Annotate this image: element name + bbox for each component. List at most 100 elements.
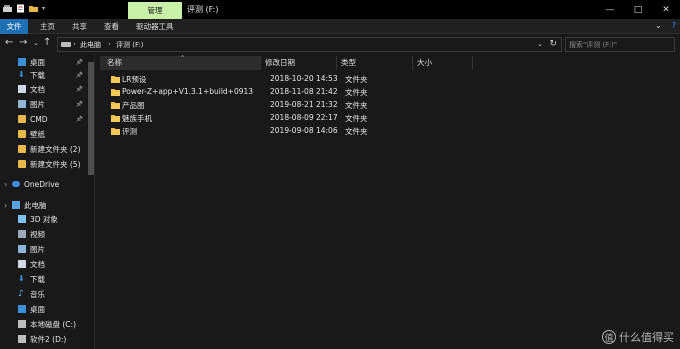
tab-home[interactable]: 主页 (40, 19, 55, 34)
file-name: Power-Z+app+V1.3.1+build+0913 (122, 87, 254, 96)
tab-share[interactable]: 共享 (72, 19, 87, 34)
desktop-icon (18, 58, 26, 66)
address-row: ← → ⌄ ↑ › 此电脑 › 评测 (F:) ⌄ ↻ 搜索"评测 (F:)" (0, 34, 680, 54)
sidebar-item[interactable]: 文档 📌 (0, 83, 87, 95)
qat-dropdown-icon[interactable]: ▾ (42, 5, 45, 12)
file-name: LR预设 (122, 75, 147, 84)
file-type: 文件夹 (345, 127, 368, 136)
sidebar-item[interactable]: 新建文件夹 (5) (0, 158, 87, 170)
back-icon[interactable]: ← (5, 37, 13, 48)
sidebar-item[interactable]: 桌面 (0, 303, 87, 315)
properties-icon[interactable] (16, 4, 25, 13)
sidebar-item-label: 下载 (30, 274, 45, 284)
file-name: 评测 (122, 127, 137, 136)
drive-icon (18, 335, 26, 343)
search-input[interactable]: 搜索"评测 (F:)" (565, 37, 675, 52)
file-row[interactable]: 产品图 2019-08-21 21:32 文件夹 (100, 99, 680, 112)
file-row[interactable]: LR预设 2018-10-20 14:53 文件夹 (100, 73, 680, 86)
minimize-button[interactable]: — (596, 0, 624, 19)
sidebar-item[interactable]: 文档 (0, 258, 87, 270)
download-icon: ⬇ (18, 274, 25, 283)
navigation-pane: 桌面 📌 ⬇ 下载 📌 文档 📌 图片 📌 CMD 📌 壁纸 新建文件夹 (2) 新建文件夹 (5) › On… (0, 54, 87, 349)
tab-drive-tools[interactable]: 驱动器工具 (136, 19, 174, 34)
search-placeholder: 搜索"评测 (F:)" (569, 41, 617, 49)
folder-icon (111, 76, 120, 83)
title-bar: ▾ 管理 评测 (F:) — □ ✕ (0, 0, 680, 19)
refresh-icon[interactable]: ↻ (549, 39, 557, 49)
folder-icon (111, 115, 120, 122)
column-header-name[interactable]: ^ 名称 (100, 55, 261, 70)
sidebar-item[interactable]: › OneDrive (0, 178, 87, 190)
help-icon[interactable]: ? (672, 21, 676, 30)
sidebar-item-label: 新建文件夹 (5) (30, 159, 81, 169)
sidebar-item[interactable]: 壁纸 (0, 128, 87, 140)
close-button[interactable]: ✕ (652, 0, 680, 19)
file-type: 文件夹 (345, 88, 368, 97)
sidebar-scroll-thumb[interactable] (88, 62, 94, 175)
file-type: 文件夹 (345, 101, 368, 110)
picture-icon (18, 100, 26, 108)
context-tab-manage[interactable]: 管理 (128, 2, 182, 19)
pin-icon: 📌 (75, 58, 83, 66)
file-date: 2018-11-08 21:42 (270, 87, 338, 96)
sidebar-item-label: 桌面 (30, 304, 45, 314)
breadcrumb-this-pc[interactable]: 此电脑 (80, 40, 101, 50)
sidebar-item[interactable]: ♪ 音乐 (0, 288, 87, 300)
sidebar-item-label: 音乐 (30, 289, 45, 299)
column-header-type[interactable]: 类型 (337, 56, 413, 70)
column-header-name-label: 名称 (107, 58, 122, 67)
file-row[interactable]: 评测 2019-09-08 14:06 文件夹 (100, 125, 680, 138)
file-row[interactable]: 魅族手机 2018-08-09 22:17 文件夹 (100, 112, 680, 125)
breadcrumb-current[interactable]: 评测 (F:) (116, 40, 144, 50)
address-bar[interactable]: › 此电脑 › 评测 (F:) ⌄ ↻ (57, 37, 562, 52)
file-list: ^ 名称 修改日期 类型 大小 LR预设 2018-10-20 14:53 文件夹 P… (96, 54, 680, 349)
up-icon[interactable]: ↑ (43, 37, 51, 48)
ribbon-right-controls: ⌄ ? (655, 21, 676, 30)
watermark: 值 什么值得买 (602, 329, 674, 345)
sort-ascending-icon: ^ (180, 55, 186, 62)
file-date: 2019-08-21 21:32 (270, 100, 338, 109)
recent-locations-icon[interactable]: ⌄ (33, 39, 39, 47)
maximize-button[interactable]: □ (624, 0, 652, 19)
file-date: 2018-08-09 22:17 (270, 113, 338, 122)
sidebar-item[interactable]: 本地磁盘 (C:) (0, 318, 87, 330)
sidebar-item[interactable]: 图片 📌 (0, 98, 87, 110)
file-name: 产品图 (122, 101, 145, 110)
sidebar-item[interactable]: 3D 对象 (0, 213, 87, 225)
breadcrumb-separator-icon: › (108, 40, 111, 48)
breadcrumb-separator-icon: › (73, 40, 76, 48)
sidebar-item[interactable]: 图片 (0, 243, 87, 255)
tab-view[interactable]: 查看 (104, 19, 119, 34)
drive-icon (18, 320, 26, 328)
app-icon (3, 5, 12, 12)
tab-file[interactable]: 文件 (0, 19, 28, 34)
forward-icon[interactable]: → (19, 37, 27, 48)
sidebar-item[interactable]: ⬇ 下载 (0, 273, 87, 285)
pin-icon: 📌 (75, 115, 83, 123)
expand-chevron-icon[interactable]: › (4, 180, 7, 189)
new-folder-icon[interactable] (29, 4, 38, 13)
sidebar-item[interactable]: ⬇ 下载 📌 (0, 69, 87, 81)
cloud-icon (12, 181, 20, 187)
sidebar-item-label: 下载 (30, 70, 45, 80)
sidebar-item[interactable]: 桌面 📌 (0, 56, 87, 68)
sidebar-item[interactable]: › 此电脑 (0, 199, 87, 211)
sidebar-item[interactable]: 软件2 (D:) (0, 333, 87, 345)
sidebar-item[interactable]: CMD 📌 (0, 113, 87, 125)
sidebar-item[interactable]: 视频 (0, 228, 87, 240)
video-icon (18, 230, 26, 238)
cube-icon (18, 215, 26, 223)
file-date: 2019-09-08 14:06 (270, 126, 338, 135)
expand-chevron-icon[interactable]: › (4, 201, 7, 210)
file-date: 2018-10-20 14:53 (270, 74, 338, 83)
file-row[interactable]: Power-Z+app+V1.3.1+build+0913 2018-11-08 … (100, 86, 680, 99)
music-icon: ♪ (18, 289, 24, 299)
sidebar-item[interactable]: 新建文件夹 (2) (0, 143, 87, 155)
expand-ribbon-icon[interactable]: ⌄ (655, 21, 662, 30)
column-header-date[interactable]: 修改日期 (261, 56, 337, 70)
column-header-size[interactable]: 大小 (413, 56, 473, 70)
pin-icon: 📌 (75, 71, 83, 79)
window-title: 评测 (F:) (187, 5, 219, 14)
address-dropdown-icon[interactable]: ⌄ (537, 40, 543, 48)
sidebar-item-label: 软件2 (D:) (30, 334, 67, 344)
